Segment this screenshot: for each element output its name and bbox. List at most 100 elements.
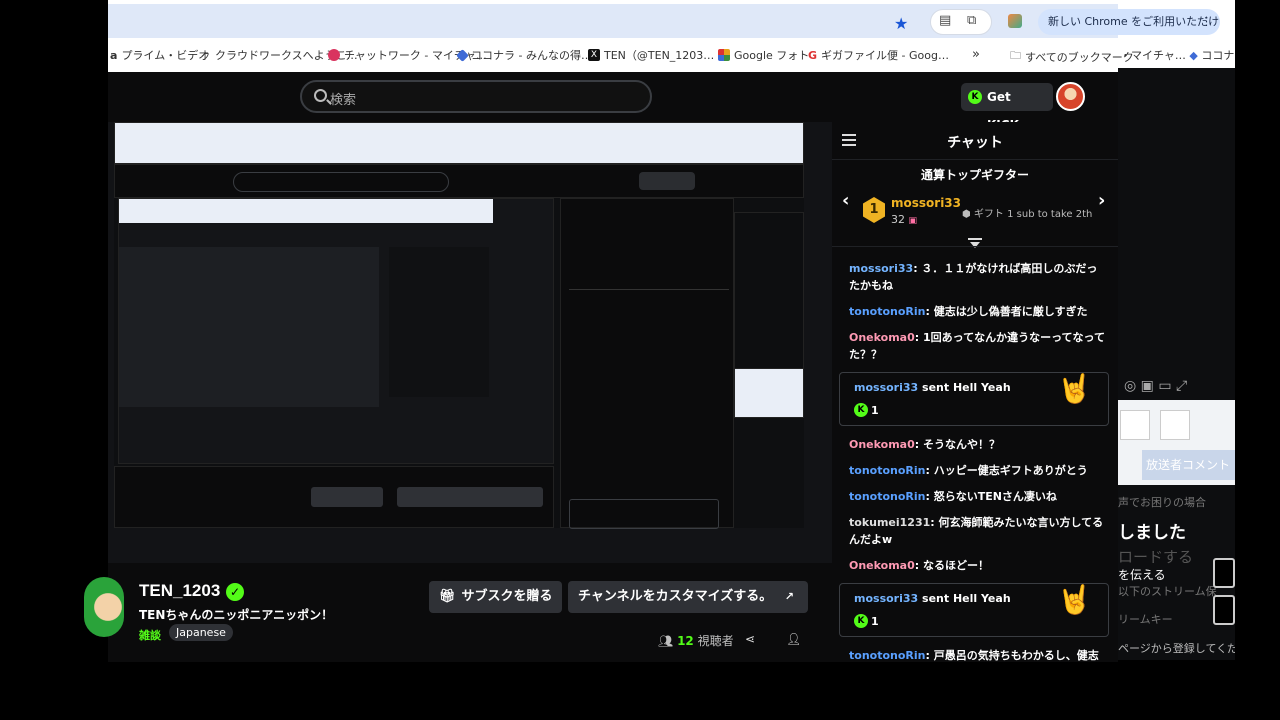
gift-message-text: mossori33 sent Hell Yeah <box>854 590 1011 607</box>
chrome-update-button[interactable]: 新しい Chrome をご利用いただけます ⋮ <box>1038 9 1220 35</box>
chat-username[interactable]: mossori33 <box>854 381 918 394</box>
folder-icon: 🗀 <box>1010 49 1021 62</box>
language-tag[interactable]: Japanese <box>169 624 233 641</box>
user-avatar[interactable] <box>1056 82 1085 111</box>
follow-user-icon[interactable]: 👤︎ <box>786 632 801 646</box>
chat-message-text: : そうなんや！？ <box>914 438 1000 451</box>
rock-hand-icon: 🤘 <box>1057 583 1092 616</box>
customize-channel-button[interactable]: チャンネルをカスタマイズする。 ↗ <box>568 581 808 613</box>
chat-username[interactable]: tonotonoRin <box>849 464 925 477</box>
gift-sub-button[interactable]: 🎁︎ サブスクを贈る <box>429 581 562 613</box>
gift-amount: 1 <box>871 404 879 417</box>
strip-bookmark-fragment-2: ココナラ - みん <box>1201 49 1235 62</box>
share-icon[interactable]: ⋖ <box>745 632 755 646</box>
chat-username[interactable]: tokumei1231 <box>849 516 930 529</box>
strip-line: 以下のストリーム保 <box>1118 585 1217 598</box>
bookmark-item[interactable]: ココナラ - みんなの得… <box>456 47 592 63</box>
gift-message-card: mossori33 sent Hell Yeah K 1 🤘 <box>839 583 1109 637</box>
chat-username[interactable]: tonotonoRin <box>849 490 925 503</box>
gift-hex-icon: ⬢ <box>962 209 971 220</box>
strip-icons: ◎ ▣ ▭ ⤢ <box>1124 378 1188 394</box>
gift-sub-label: サブスクを贈る <box>461 589 553 604</box>
kebab-menu-icon[interactable]: ⋮ <box>1201 9 1212 35</box>
prev-arrow-icon[interactable]: ‹ <box>842 190 849 211</box>
all-bookmarks-button[interactable]: 🗀 すべてのブックマーク <box>1010 47 1134 66</box>
puzzle-icon[interactable]: ⧉ <box>967 13 976 28</box>
viewers-icon: 👥︎ <box>658 634 674 648</box>
background-window-strip: ・マイチャ… ◆ ココナラ - みん ◎ ▣ ▭ ⤢ 放送者コメント 声でお困り… <box>1118 0 1235 660</box>
next-arrow-icon[interactable]: › <box>1098 190 1105 211</box>
bookmark-item[interactable]: X TEN（@TEN_1203… <box>588 47 714 63</box>
strip-line: 声でお困りの場合 <box>1118 496 1206 509</box>
video-player[interactable] <box>108 122 832 563</box>
chat-message: tonotonoRin: 戸愚呂の気持ちもわかるし、健志の <box>849 647 1105 662</box>
bookmarks-bar: a プライム・ビデオ ㇰクラウドワークスへようこ… チャットワーク - マイチャ…… <box>108 40 1134 68</box>
chat-message: Onekoma0: なるほどー！ <box>849 557 1105 574</box>
bookmark-item[interactable]: G ギガファイル便 - Goog… <box>808 47 949 63</box>
strip-input <box>1213 558 1235 588</box>
chat-username[interactable]: Onekoma0 <box>849 331 915 344</box>
search-placeholder: 検索 <box>330 93 357 108</box>
strip-line: リームキー <box>1118 613 1173 626</box>
external-link-icon: ↗ <box>784 590 794 603</box>
gifter-count-value: 32 <box>891 213 905 226</box>
chat-message: Onekoma0: 1回あってなんか違うなーってなってた？？ <box>849 329 1105 363</box>
chat-username[interactable]: mossori33 <box>854 592 918 605</box>
chat-username[interactable]: mossori33 <box>849 262 913 275</box>
chat-header: チャット <box>832 122 1118 160</box>
gifter-next-text: ギフト 1 sub to take 2th <box>973 209 1093 220</box>
search-input[interactable]: 検索 <box>300 80 652 113</box>
chat-message-text: : なるほどー！ <box>914 559 989 572</box>
stream-info-bar: TEN_1203 ✓ TENちゃんのニッポニアニッポン！ 雑談 Japanese… <box>84 563 832 662</box>
nested-site-header <box>114 164 804 198</box>
nested-browser-bar <box>114 122 804 164</box>
category-link[interactable]: 雑談 <box>139 627 161 643</box>
channel-name[interactable]: TEN_1203 <box>139 581 220 601</box>
extension-icon[interactable] <box>1008 14 1022 28</box>
site-header: 検索 K Get KICKs <box>108 72 1118 132</box>
chat-message: tonotonoRin: 怒らないTENさん凄いね <box>849 488 1105 505</box>
divider <box>832 246 1118 247</box>
chat-message: tonotonoRin: 健志は少し偽善者に厳しすぎた <box>849 303 1105 320</box>
channel-avatar[interactable] <box>84 577 124 637</box>
gift-action: sent Hell Yeah <box>918 592 1011 605</box>
bookmark-label: TEN（@TEN_1203… <box>604 49 715 62</box>
bookmarks-overflow-button[interactable]: » <box>972 47 980 62</box>
chat-username[interactable]: Onekoma0 <box>849 559 915 572</box>
bookmark-label: プライム・ビデオ <box>121 49 210 62</box>
viewer-count: 👥︎ 12 視聴者 <box>658 632 734 649</box>
verified-icon: ✓ <box>226 583 244 601</box>
extensions-pill[interactable]: ▤ ⧉ <box>930 9 992 35</box>
stream-title: TENちゃんのニッポニアニッポン！ <box>139 608 334 622</box>
search-icon <box>314 89 327 102</box>
gift-box-icon: ▣ <box>908 216 918 226</box>
bookmark-star-icon[interactable]: ★ <box>894 14 908 33</box>
chat-panel: チャット 通算トップギフター ‹ › 1 mossori33 32 ▣ ⬢ ギフ… <box>832 122 1118 662</box>
stream-content <box>114 122 804 529</box>
background-comment-panel: 放送者コメント <box>1118 400 1235 485</box>
nested-side-panel <box>734 368 804 418</box>
chrome-update-label: 新しい Chrome をご利用いただけます <box>1048 15 1220 28</box>
get-kicks-button[interactable]: K Get KICKs <box>961 83 1053 132</box>
top-gifter-name[interactable]: mossori33 <box>891 196 961 210</box>
all-bookmarks-label: すべてのブックマーク <box>1025 50 1134 64</box>
chat-username[interactable]: tonotonoRin <box>849 649 925 662</box>
screen: { "browser": { "promo_label": "新しい Chrom… <box>0 0 1280 720</box>
viewer-number: 12 <box>677 634 694 648</box>
strip-line: ページから登録してくだ <box>1118 642 1235 655</box>
chat-message: mossori33: ３．１１がなければ高田しのぶだったかもね <box>849 260 1105 294</box>
nested-stream-info <box>114 466 554 528</box>
strip-box <box>1160 410 1190 440</box>
chat-username[interactable]: tonotonoRin <box>849 305 925 318</box>
gift-message-text: mossori33 sent Hell Yeah <box>854 379 1011 396</box>
bookmark-item[interactable]: Google フォト <box>718 47 809 63</box>
bookmark-item[interactable]: a プライム・ビデオ <box>110 47 209 63</box>
gift-message-card: mossori33 sent Hell Yeah K 1 🤘 <box>839 372 1109 426</box>
gift-action: sent Hell Yeah <box>918 381 1011 394</box>
strip-line: を伝える <box>1118 568 1166 582</box>
rock-hand-icon: 🤘 <box>1057 372 1092 405</box>
reading-list-icon[interactable]: ▤ <box>939 13 951 28</box>
chat-message-text: : 怒らないTENさん凄いね <box>925 490 1057 503</box>
chat-username[interactable]: Onekoma0 <box>849 438 915 451</box>
kick-coin-icon: K <box>854 614 868 628</box>
